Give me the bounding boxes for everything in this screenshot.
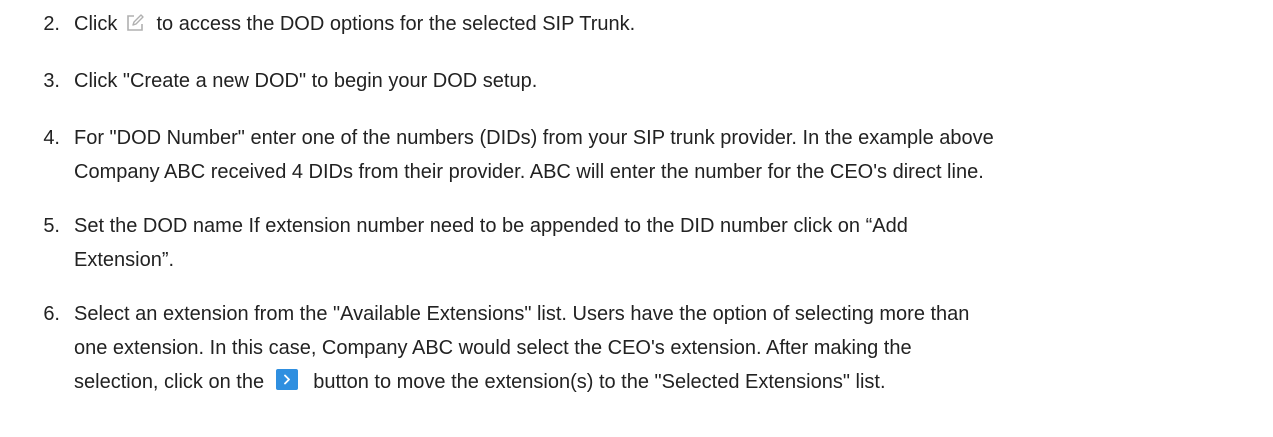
step-number: 2. <box>43 13 60 35</box>
step-text-line-2: one extension. In this case, Company ABC… <box>74 337 912 359</box>
step-text-before-icon: selection, click on the <box>74 371 265 393</box>
step-number: 6. <box>43 303 60 325</box>
step-text: Click to access the DOD options for the … <box>74 7 1265 41</box>
step-number: 5. <box>43 215 60 237</box>
step-text-line-1: For "DOD Number" enter one of the number… <box>74 127 994 149</box>
instruction-list: 2. Click to access the DOD options for t… <box>0 0 1273 437</box>
step-number: 4. <box>43 127 60 149</box>
step-text-after-icon: to access the DOD options for the select… <box>156 13 636 35</box>
step-text-line-2: Company ABC received 4 DIDs from their p… <box>74 161 984 183</box>
step-number: 3. <box>43 70 60 92</box>
step-text-before-icon: Click <box>74 13 118 35</box>
edit-icon <box>125 10 145 31</box>
step-text-line-2: Extension”. <box>74 249 175 271</box>
step-text: Click "Create a new DOD" to begin your D… <box>74 70 538 92</box>
step-text-line-1: Set the DOD name If extension number nee… <box>74 215 908 237</box>
step-text-line-1: Select an extension from the "Available … <box>74 303 970 325</box>
step-text-after-icon: button to move the extension(s) to the "… <box>313 371 886 393</box>
chevron-right-icon <box>275 369 298 390</box>
step-text-line-3: selection, click on the button to move t… <box>74 365 1265 399</box>
